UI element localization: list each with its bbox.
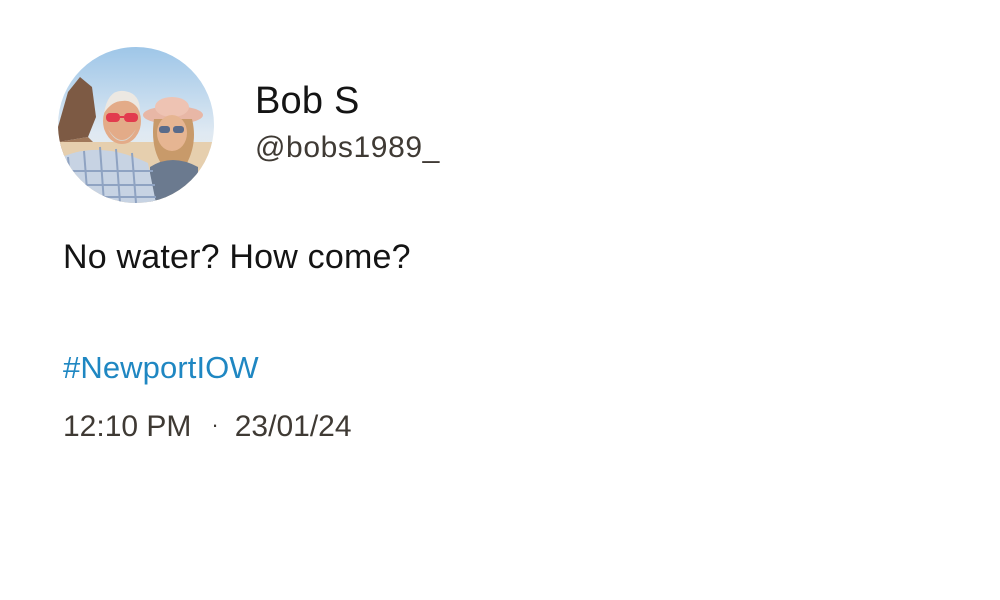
avatar[interactable] [58,47,214,203]
post-timestamp: 12:10 PM · 23/01/24 [63,410,352,444]
meta-separator: · [211,412,219,437]
post-text: No water? How come? [63,238,411,276]
author-handle[interactable]: @bobs1989_ [255,131,440,165]
post-date: 23/01/24 [234,410,352,443]
profile-photo-icon [58,47,214,203]
post-card: Bob S @bobs1989_ No water? How come? #Ne… [0,0,1000,600]
hashtag-link[interactable]: #NewportIOW [63,350,259,386]
author-display-name[interactable]: Bob S [255,80,360,123]
post-time: 12:10 PM [63,410,192,443]
